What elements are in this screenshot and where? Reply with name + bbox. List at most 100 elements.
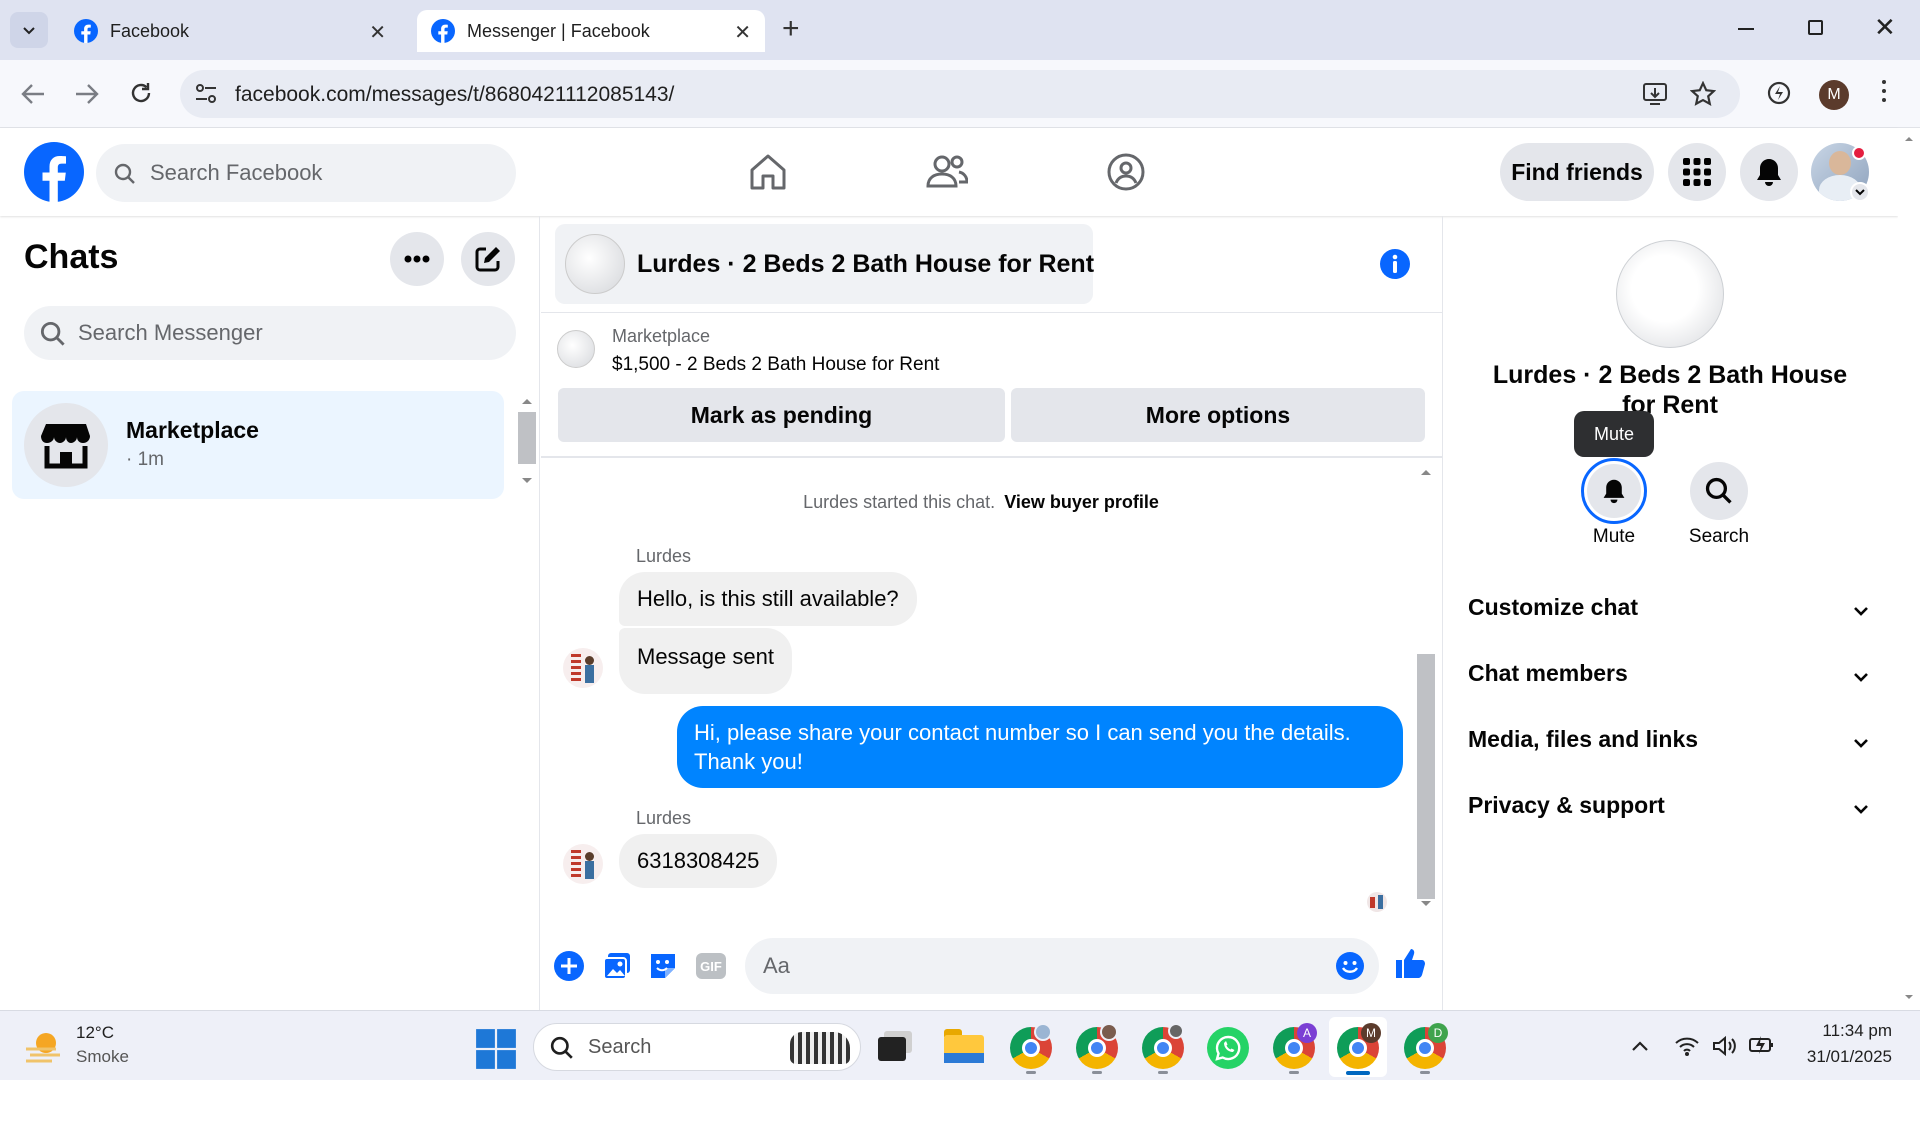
chrome-profile-d-icon[interactable]: D [1404,1023,1448,1069]
tab-search-button[interactable] [10,12,48,48]
menu-button[interactable] [1668,143,1726,201]
weather-desc: Smoke [76,1047,129,1066]
search-icon [1705,477,1732,504]
section-chat-members[interactable]: Chat members [1468,660,1868,720]
chat-meta: · 1m [126,449,164,470]
reload-icon[interactable] [128,80,154,106]
forward-arrow-icon[interactable] [74,82,100,106]
friends-icon[interactable] [926,152,968,192]
emoji-icon[interactable] [1335,951,1365,981]
close-tab-icon[interactable]: ✕ [369,20,386,45]
conversation-header-button[interactable]: Lurdes · 2 Beds 2 Bath House for Rent [555,224,1095,304]
back-arrow-icon[interactable] [20,82,46,106]
mute-label: Mute [1592,526,1636,547]
scroll-up-icon[interactable] [1414,464,1438,480]
chrome-profile-m-icon[interactable]: M [1337,1023,1381,1069]
attach-photo-icon[interactable] [601,950,633,982]
section-privacy-support[interactable]: Privacy & support [1468,792,1868,852]
chat-name: Marketplace [126,417,259,443]
scroll-down-icon[interactable] [1414,896,1438,912]
mark-as-pending-button[interactable]: Mark as pending [558,388,1005,442]
restore-window-icon[interactable] [1808,20,1823,35]
started-text: Lurdes started this chat. [803,492,996,512]
facebook-logo-icon[interactable] [24,142,84,202]
volume-icon[interactable] [1712,1035,1738,1057]
clock-date[interactable]: 31/01/2025 [1796,1047,1892,1067]
close-tab-icon[interactable]: ✕ [734,20,751,45]
chrome-profile-1-icon[interactable] [1010,1023,1052,1069]
thumbs-up-icon[interactable] [1393,946,1427,980]
scroll-up-icon[interactable] [516,394,538,408]
compose-icon [475,247,500,272]
task-view-icon[interactable] [878,1031,912,1061]
chevron-down-icon [1854,673,1868,682]
message-bubble[interactable]: Message sent [619,628,792,694]
gif-icon[interactable]: GIF [695,952,727,980]
account-chevron-icon[interactable] [1850,182,1870,202]
notifications-button[interactable] [1740,143,1798,201]
minimize-window-icon[interactable] [1738,28,1754,30]
tab-title: Facebook [110,20,190,41]
conversation-title: Lurdes · 2 Beds 2 Bath House for Rent [637,250,1095,278]
bookmark-star-icon[interactable] [1690,81,1716,107]
wifi-icon[interactable] [1674,1035,1700,1057]
svg-text:GIF: GIF [700,959,722,974]
view-buyer-profile-link[interactable]: View buyer profile [1004,492,1159,512]
message-input[interactable]: Aa [745,938,1379,994]
apps-grid-icon [1683,158,1711,186]
notification-dot [1852,146,1866,160]
performance-icon[interactable] [1766,80,1792,106]
show-hidden-icons-chevron-icon[interactable] [1630,1039,1650,1053]
site-info-icon[interactable] [194,83,218,105]
taskbar-search-input[interactable]: Search [533,1023,861,1071]
sent-message-bubble[interactable]: Hi, please share your contact number so … [677,706,1403,788]
section-customize-chat[interactable]: Customize chat [1468,594,1868,654]
section-media-files-links[interactable]: Media, files and links [1468,726,1868,786]
weather-widget[interactable]: 12°C Smoke [24,1023,164,1071]
conversation-pane: Lurdes · 2 Beds 2 Bath House for Rent Ma… [541,216,1443,1010]
find-friends-button[interactable]: Find friends [1500,143,1654,201]
chrome-profile-2-icon[interactable] [1076,1023,1118,1069]
chat-list-scrollbar[interactable] [516,394,538,498]
chat-options-button[interactable] [390,232,444,286]
page-scrollbar[interactable] [1898,128,1920,1010]
groups-icon[interactable] [1106,152,1146,192]
chrome-profile-a-icon[interactable]: A [1273,1023,1317,1069]
tab-messenger[interactable]: Messenger | Facebook ✕ [417,10,765,52]
battery-charging-icon[interactable] [1748,1033,1776,1057]
search-icon [40,321,65,346]
clock-time[interactable]: 11:34 pm [1796,1021,1892,1041]
tab-title: Messenger | Facebook [467,20,650,41]
mute-button[interactable] [1581,458,1647,524]
install-app-icon[interactable] [1642,82,1668,106]
more-options-button[interactable]: More options [1011,388,1425,442]
more-actions-plus-icon[interactable] [553,950,585,982]
windows-start-icon[interactable] [475,1028,517,1070]
message-bubble[interactable]: 6318308425 [619,834,778,888]
section-label: Customize chat [1468,594,1638,620]
scroll-down-icon[interactable] [516,474,538,488]
sticker-icon[interactable] [647,950,679,982]
browser-menu-icon[interactable] [1882,80,1886,106]
running-indicator [1092,1071,1102,1074]
new-message-button[interactable] [461,232,515,286]
scroll-up-icon[interactable] [1902,132,1916,146]
chat-list-item[interactable]: Marketplace · 1m [12,391,504,499]
search-placeholder: Search Facebook [150,160,323,185]
tab-facebook[interactable]: Facebook ✕ [60,10,400,52]
file-explorer-icon[interactable] [944,1029,984,1063]
listing-thumbnail [557,330,595,368]
search-conversation-button[interactable] [1690,462,1748,520]
message-bubble[interactable]: Hello, is this still available? [619,572,917,626]
messenger-search-input[interactable]: Search Messenger [24,306,516,360]
scroll-down-icon[interactable] [1902,990,1916,1004]
chrome-profile-3-icon[interactable] [1142,1023,1184,1069]
profile-avatar[interactable]: M [1819,80,1849,110]
home-icon[interactable] [748,152,788,192]
whatsapp-icon[interactable] [1207,1027,1249,1069]
info-icon[interactable] [1379,248,1411,280]
new-tab-button[interactable]: + [782,12,800,46]
address-bar[interactable]: facebook.com/messages/t/8680421112085143… [180,70,1740,118]
close-window-icon[interactable]: ✕ [1874,12,1896,43]
facebook-search-input[interactable]: Search Facebook [96,144,516,202]
